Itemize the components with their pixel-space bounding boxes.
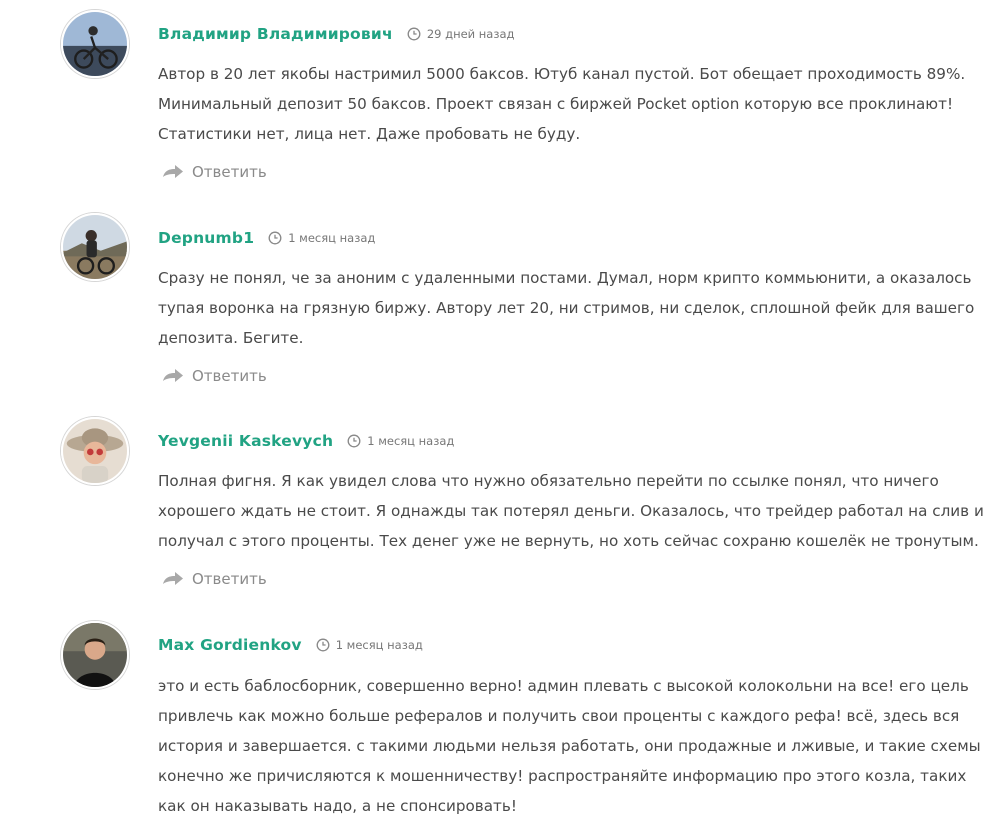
comment-meta: Depnumb1 1 месяц назад	[158, 227, 375, 249]
author-name[interactable]: Max Gordienkov	[158, 636, 302, 654]
comment-time: 29 дней назад	[426, 27, 515, 41]
comment-meta: Max Gordienkov 1 месяц назад	[158, 634, 423, 656]
reply-label: Ответить	[192, 367, 267, 385]
author-name[interactable]: Depnumb1	[158, 229, 254, 247]
author-name[interactable]: Владимир Владимирович	[158, 25, 393, 43]
avatar[interactable]	[61, 621, 129, 689]
reply-arrow-icon	[162, 368, 184, 384]
comment-text: Автор в 20 лет якобы настримил 5000 бакс…	[158, 65, 966, 143]
reply-button[interactable]: Ответить	[162, 365, 267, 387]
reply-button[interactable]: Ответить	[162, 161, 267, 183]
comment-meta: Владимир Владимирович 29 дней назад	[158, 23, 514, 45]
avatar[interactable]	[61, 10, 129, 78]
comment-meta: Yevgenii Kaskevych 1 месяц назад	[158, 430, 454, 452]
avatar[interactable]	[61, 417, 129, 485]
author-name[interactable]: Yevgenii Kaskevych	[158, 432, 333, 450]
clock-icon	[407, 27, 421, 41]
comment-time: 1 месяц назад	[335, 638, 423, 652]
reply-arrow-icon	[162, 164, 184, 180]
comment-time: 1 месяц назад	[288, 231, 376, 245]
clock-icon	[347, 434, 361, 448]
comment-text: Полная фигня. Я как увидел слова что нуж…	[158, 472, 984, 550]
comment-text: Сразу не понял, че за аноним с удаленным…	[158, 269, 975, 347]
avatar[interactable]	[61, 213, 129, 281]
reply-label: Ответить	[192, 163, 267, 181]
reply-label: Ответить	[192, 570, 267, 588]
comment-time: 1 месяц назад	[367, 434, 455, 448]
clock-icon	[268, 231, 282, 245]
reply-arrow-icon	[162, 571, 184, 587]
comment-text: это и есть баблосборник, совершенно верн…	[158, 677, 981, 815]
clock-icon	[316, 638, 330, 652]
reply-button[interactable]: Ответить	[162, 568, 267, 590]
